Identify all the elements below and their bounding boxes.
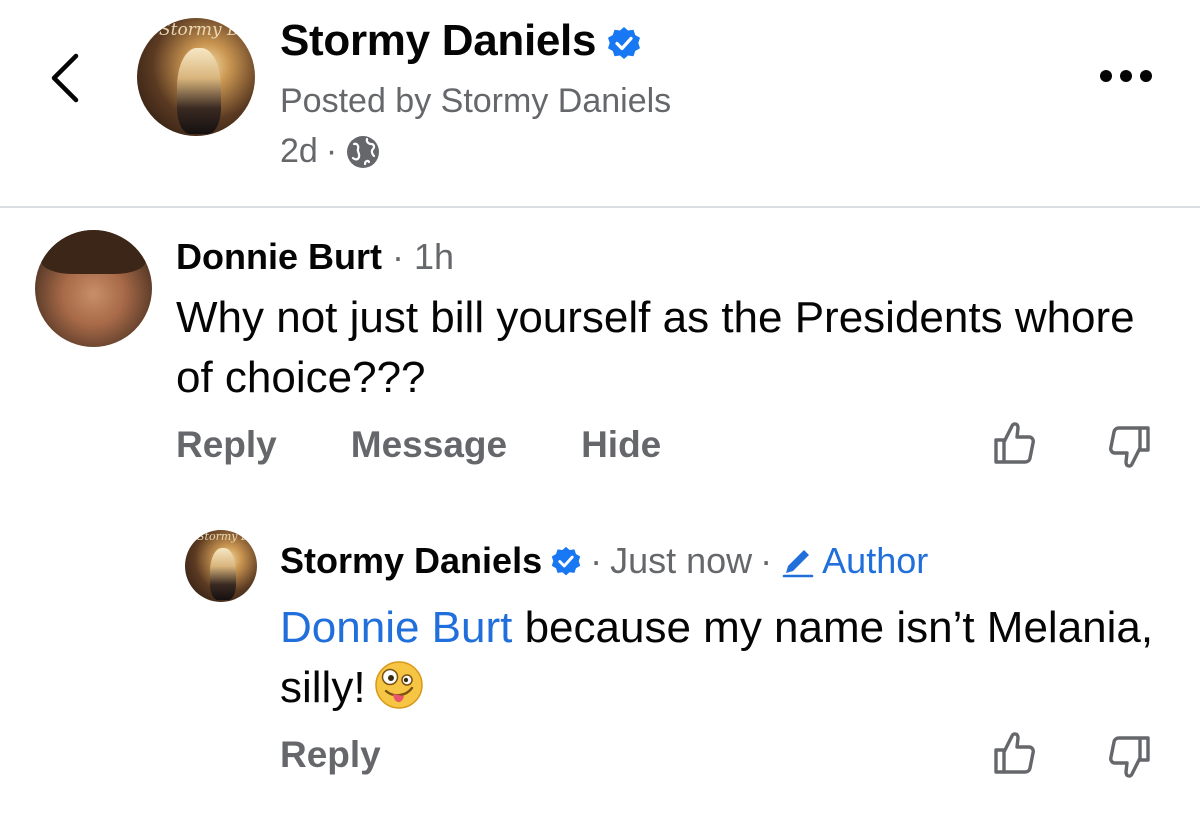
hide-button[interactable]: Hide — [581, 424, 661, 466]
reply-header: Stormy Daniels · Just now · Author — [280, 540, 928, 582]
reply-author[interactable]: Stormy Daniels — [280, 540, 542, 582]
meta-separator: · — [325, 132, 338, 170]
reply-like-button[interactable] — [992, 730, 1036, 776]
reply-text: Donnie Burt because my name isn’t Melani… — [280, 598, 1160, 718]
comment-author[interactable]: Donnie Burt — [176, 236, 382, 277]
thumbs-up-icon — [994, 732, 1035, 774]
author-label: Author — [822, 540, 929, 581]
post-time: 2d — [280, 132, 318, 170]
reply-author-avatar[interactable]: Stormy Dani — [185, 530, 257, 602]
more-horizontal-icon-dot — [1100, 70, 1112, 82]
thumbs-down-icon — [1109, 426, 1150, 468]
dislike-button[interactable] — [1108, 424, 1152, 470]
zany-face-icon — [374, 660, 424, 710]
post-comments-screen: Stormy Dani Stormy Daniels Posted by Sto… — [0, 0, 1200, 826]
more-options-button[interactable] — [1100, 64, 1160, 88]
reply-button[interactable]: Reply — [176, 424, 277, 466]
reply-separator-1: · — [590, 540, 603, 581]
page-name[interactable]: Stormy Daniels — [280, 16, 642, 66]
globe-icon[interactable] — [345, 134, 381, 170]
mention-link[interactable]: Donnie Burt — [280, 603, 512, 652]
comment-actions: Reply Message Hide — [176, 424, 661, 466]
avatar-script-text-small: Stormy Dani — [197, 530, 257, 543]
thumbs-up-icon — [994, 422, 1035, 464]
reply-separator-2: · — [760, 540, 773, 581]
message-button[interactable]: Message — [351, 424, 507, 466]
page-avatar[interactable]: Stormy Dani — [137, 18, 255, 136]
author-badge: Author — [780, 540, 928, 582]
avatar-script-text: Stormy Dani — [159, 20, 255, 40]
like-button[interactable] — [992, 420, 1036, 466]
chevron-left-icon — [51, 53, 79, 103]
posted-by-label: Posted by Stormy Daniels — [280, 82, 672, 120]
pencil-icon — [780, 543, 816, 579]
reply-dislike-button[interactable] — [1108, 734, 1152, 780]
comment-time: · 1h — [381, 236, 455, 277]
commenter-avatar[interactable] — [35, 230, 152, 347]
back-button[interactable] — [44, 50, 88, 106]
comment-header: Donnie Burt · 1h — [176, 236, 454, 278]
comment-text: Why not just bill yourself as the Presid… — [176, 293, 1135, 402]
verified-badge-icon — [550, 545, 582, 577]
reply-time: Just now — [610, 540, 753, 581]
page-name-label: Stormy Daniels — [280, 16, 597, 65]
post-meta: 2d · — [280, 132, 381, 171]
reply-reply-button[interactable]: Reply — [280, 734, 381, 776]
thumbs-down-icon — [1109, 736, 1150, 778]
header-divider — [0, 206, 1200, 208]
verified-badge-icon — [606, 23, 642, 59]
